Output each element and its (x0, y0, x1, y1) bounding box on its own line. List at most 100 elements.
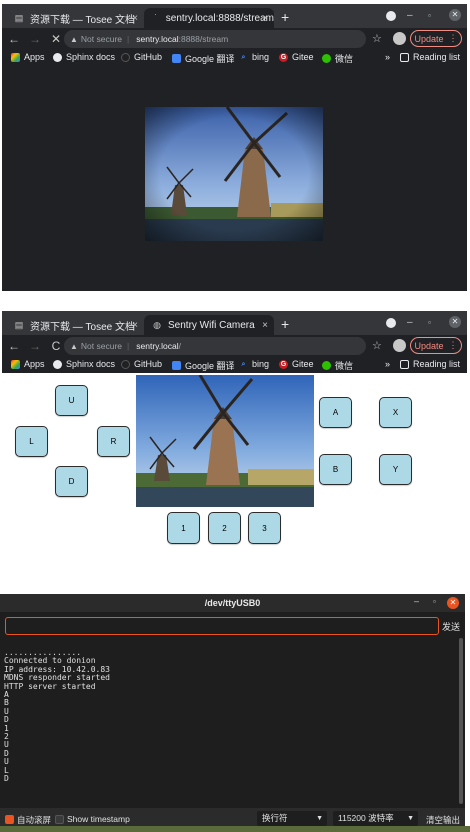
tab-sentry-camera[interactable]: ◍ Sentry Wifi Camera × (144, 315, 274, 335)
scrollbar[interactable] (459, 638, 463, 804)
autoscroll-checkbox[interactable] (5, 815, 14, 824)
bookmark-github[interactable]: GitHub (121, 52, 162, 62)
forward-icon[interactable]: → (26, 32, 44, 46)
bookmark-apps[interactable]: Apps (11, 359, 45, 369)
bookmark-wechat[interactable]: 微信 (322, 359, 353, 372)
camera-stream-image (145, 107, 323, 241)
timestamp-checkbox[interactable] (55, 815, 64, 824)
update-button[interactable]: Update ⋮ (410, 30, 462, 47)
document-icon: ▤ (14, 320, 24, 330)
close-window-icon[interactable]: ✕ (449, 9, 461, 21)
forward-icon[interactable]: → (26, 339, 44, 353)
close-window-icon[interactable]: ✕ (447, 597, 459, 609)
tab-tosee-docs[interactable]: ▤ 资源下载 — Tosee 文档 × (6, 315, 144, 335)
address-bar[interactable]: ▲ Not secure | sentry.local/ (64, 337, 366, 355)
maximize-icon[interactable]: ▫ (433, 597, 436, 606)
reading-list-icon (400, 52, 409, 62)
close-tab-icon[interactable]: × (132, 320, 138, 331)
avatar[interactable] (393, 32, 406, 45)
url-text: sentry.local:8888/stream (136, 34, 229, 44)
search-icon: ⌕ (241, 360, 246, 368)
serial-monitor-window: /dev/ttyUSB0 – ▫ ✕ 发送 ................ C… (0, 594, 465, 830)
wechat-icon (322, 54, 331, 63)
baud-rate-select[interactable]: 115200 波特率 ▼ (333, 811, 418, 826)
globe-icon: ◍ (153, 320, 161, 330)
warning-icon: ▲ (70, 341, 78, 351)
windmill-photo (145, 107, 323, 241)
bookmarks-bar: Apps Sphinx docs GitHub Google 翻译 ⌕ bing … (2, 50, 467, 66)
tab-tosee-docs[interactable]: ▤ 资源下载 — Tosee 文档 × (6, 8, 144, 28)
bookmark-star-icon[interactable]: ☆ (372, 339, 382, 352)
bookmark-github[interactable]: GitHub (121, 359, 162, 369)
bookmark-wechat[interactable]: 微信 (322, 52, 353, 65)
update-button[interactable]: Update ⋮ (410, 337, 462, 354)
close-tab-icon[interactable]: × (262, 320, 268, 331)
profile-menu-icon[interactable] (386, 11, 396, 21)
back-icon[interactable]: ← (5, 339, 23, 353)
serial-send-input[interactable] (5, 617, 439, 635)
bookmarks-overflow[interactable]: » (385, 359, 390, 369)
reload-icon[interactable]: C (47, 339, 65, 353)
line-ending-select[interactable]: 换行符 ▼ (257, 811, 327, 826)
stop-icon[interactable]: ✕ (47, 32, 65, 46)
bookmark-gitee[interactable]: G Gitee (279, 359, 314, 369)
maximize-icon[interactable]: ▫ (428, 318, 431, 327)
bookmark-google-translate[interactable]: Google 翻译 (172, 52, 235, 65)
tab-label: 资源下载 — Tosee 文档 (30, 14, 136, 26)
tab-label: sentry.local:8888/stream (165, 12, 274, 24)
back-icon[interactable]: ← (5, 32, 23, 46)
address-bar[interactable]: ▲ Not secure | sentry.local:8888/stream (64, 30, 366, 48)
globe-icon (53, 359, 62, 369)
bookmark-bing[interactable]: ⌕ bing (239, 359, 269, 369)
wechat-icon (322, 361, 331, 370)
reading-list[interactable]: Reading list (400, 52, 460, 62)
bookmarks-bar: Apps Sphinx docs GitHub Google 翻译 ⌕ bing … (2, 357, 467, 373)
button-2[interactable]: 2 (208, 512, 241, 544)
button-1[interactable]: 1 (167, 512, 200, 544)
globe-icon (53, 52, 62, 62)
y-button[interactable]: Y (379, 454, 412, 485)
autoscroll-label: 自动滚屏 (17, 815, 52, 825)
minimize-icon[interactable]: – (414, 596, 419, 606)
new-tab-button[interactable]: + (281, 9, 289, 25)
bookmark-bing[interactable]: ⌕ bing (239, 52, 269, 62)
close-tab-icon[interactable]: × (132, 13, 138, 24)
down-button[interactable]: D (55, 466, 88, 497)
x-button[interactable]: X (379, 397, 412, 428)
apps-grid-icon (11, 52, 20, 62)
serial-output: ................ Connected to donion IP … (4, 649, 110, 784)
close-window-icon[interactable]: ✕ (449, 316, 461, 328)
bookmark-star-icon[interactable]: ☆ (372, 32, 382, 45)
gitee-icon: G (279, 359, 288, 369)
bookmark-google-translate[interactable]: Google 翻译 (172, 359, 235, 372)
windmill-photo (136, 375, 314, 507)
tab-stream[interactable]: ˙ sentry.local:8888/stream × (144, 8, 274, 28)
b-button[interactable]: B (319, 454, 352, 485)
button-3[interactable]: 3 (248, 512, 281, 544)
github-icon (121, 52, 130, 62)
send-button[interactable]: 发送 (442, 620, 460, 633)
right-button[interactable]: R (97, 426, 130, 457)
maximize-icon[interactable]: ▫ (428, 11, 431, 20)
bookmark-sphinx[interactable]: Sphinx docs (53, 359, 115, 369)
profile-menu-icon[interactable] (386, 318, 396, 328)
left-button[interactable]: L (15, 426, 48, 457)
tab-label: 资源下载 — Tosee 文档 (30, 321, 136, 333)
avatar[interactable] (393, 339, 406, 352)
bookmark-apps[interactable]: Apps (11, 52, 45, 62)
bookmark-gitee[interactable]: G Gitee (279, 52, 314, 62)
translate-icon (172, 54, 181, 63)
a-button[interactable]: A (319, 397, 352, 428)
desktop-background (0, 826, 470, 832)
gitee-icon: G (279, 52, 288, 62)
clear-output-button[interactable]: 清空输出 (426, 814, 460, 826)
document-icon: ▤ (14, 13, 24, 23)
minimize-icon[interactable]: – (407, 317, 413, 328)
up-button[interactable]: U (55, 385, 88, 416)
bookmark-sphinx[interactable]: Sphinx docs (53, 52, 115, 62)
close-tab-icon[interactable]: × (262, 13, 268, 24)
reading-list[interactable]: Reading list (400, 359, 460, 369)
new-tab-button[interactable]: + (281, 316, 289, 332)
minimize-icon[interactable]: – (407, 10, 413, 21)
bookmarks-overflow[interactable]: » (385, 52, 390, 62)
